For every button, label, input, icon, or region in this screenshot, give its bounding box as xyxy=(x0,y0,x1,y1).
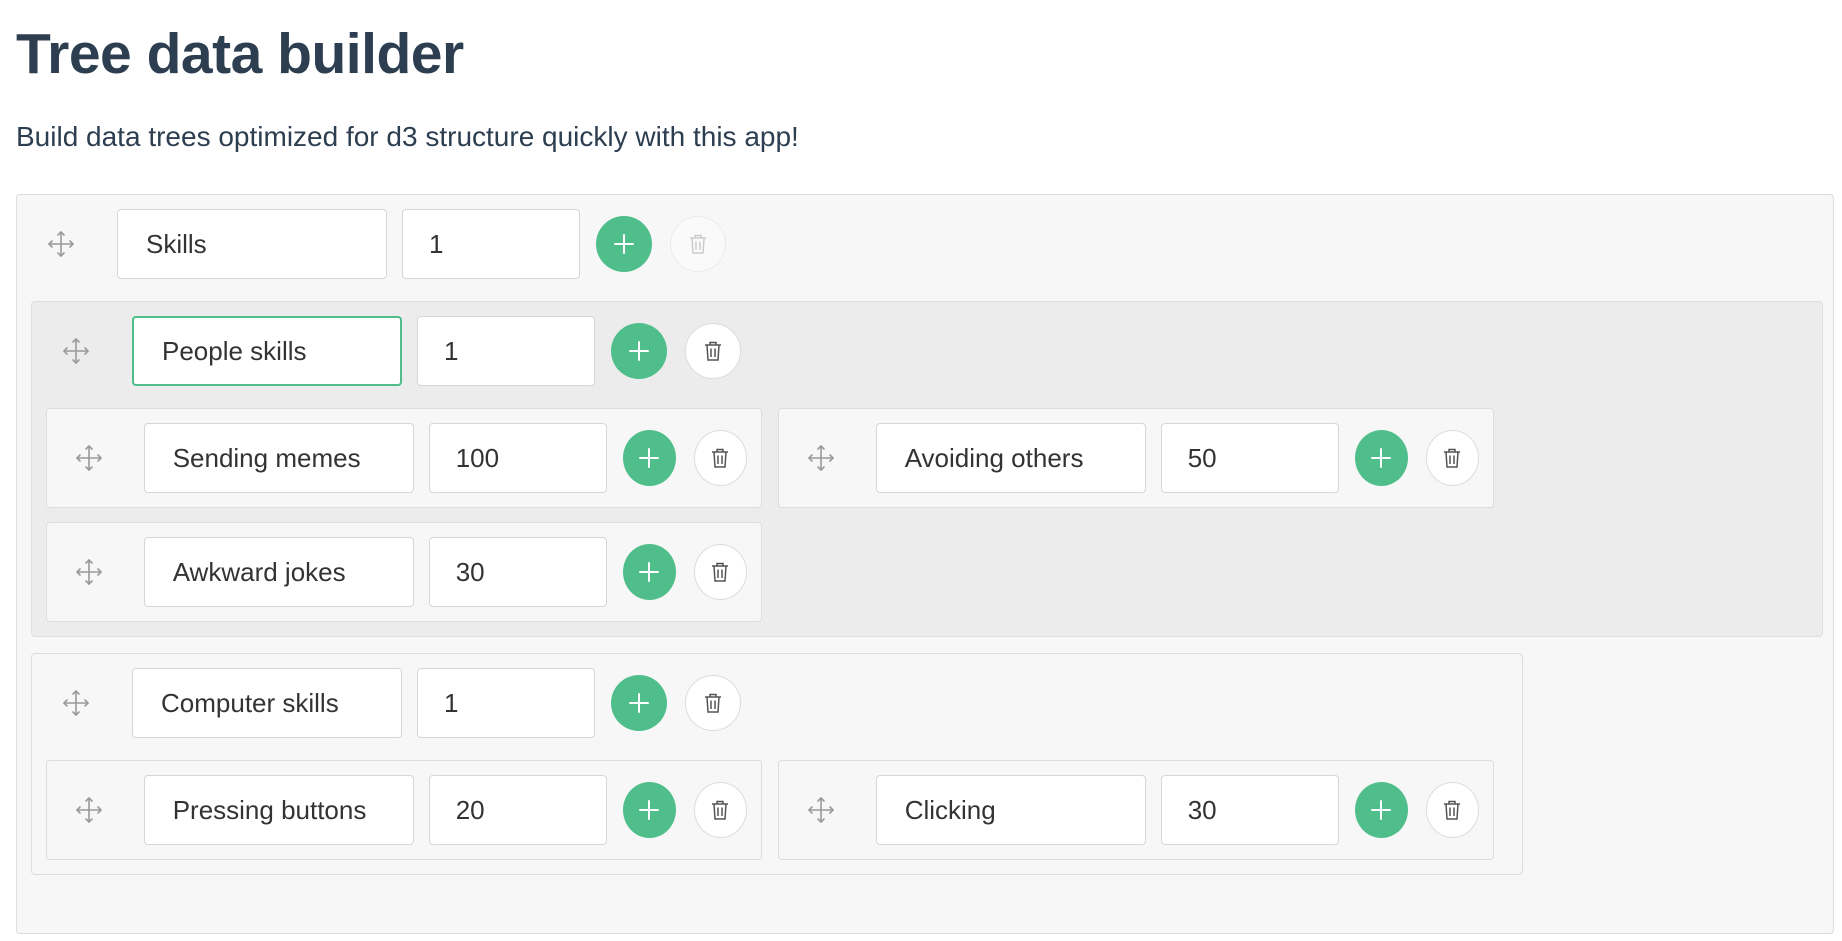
node-value-input[interactable] xyxy=(1160,775,1339,845)
delete-node-button[interactable] xyxy=(685,323,741,379)
drag-handle[interactable] xyxy=(44,668,108,738)
tree-node-awkward-jokes xyxy=(46,522,762,622)
plus-icon xyxy=(1371,448,1392,468)
delete-node-button[interactable] xyxy=(693,544,747,600)
node-value-input[interactable] xyxy=(417,316,595,386)
node-value-input[interactable] xyxy=(1160,423,1339,493)
trash-icon xyxy=(705,341,721,361)
drag-handle[interactable] xyxy=(29,209,93,279)
node-row xyxy=(31,209,1819,279)
drag-handle[interactable] xyxy=(59,423,120,493)
node-value-input[interactable] xyxy=(428,423,607,493)
drag-handle[interactable] xyxy=(791,423,852,493)
tree-node-sending-memes xyxy=(46,408,762,508)
add-child-button[interactable] xyxy=(622,782,676,838)
add-child-button[interactable] xyxy=(622,544,676,600)
move-arrows-icon xyxy=(76,797,103,823)
node-value-input[interactable] xyxy=(428,537,607,607)
node-name-input[interactable] xyxy=(143,775,414,845)
add-child-button[interactable] xyxy=(611,323,667,379)
tree-node-avoiding-others xyxy=(778,408,1494,508)
move-arrows-icon xyxy=(63,690,89,716)
add-child-button[interactable] xyxy=(1354,430,1408,486)
tree-node-root xyxy=(16,194,1834,934)
page-title: Tree data builder xyxy=(16,22,464,86)
trash-icon xyxy=(712,562,729,582)
move-arrows-icon xyxy=(808,797,835,823)
trash-icon xyxy=(712,800,729,820)
move-arrows-icon xyxy=(48,231,74,257)
node-value-input[interactable] xyxy=(428,775,607,845)
node-name-input[interactable] xyxy=(875,423,1146,493)
tree-node-people-skills xyxy=(31,301,1823,637)
drag-handle[interactable] xyxy=(59,537,120,607)
node-row xyxy=(61,423,747,493)
trash-icon xyxy=(712,448,729,468)
add-child-button[interactable] xyxy=(611,675,667,731)
tree-node-computer-skills xyxy=(31,653,1523,875)
plus-icon xyxy=(629,693,649,713)
delete-node-button[interactable] xyxy=(1425,430,1479,486)
move-arrows-icon xyxy=(76,559,103,585)
drag-handle[interactable] xyxy=(59,775,120,845)
move-arrows-icon xyxy=(63,338,89,364)
add-child-button[interactable] xyxy=(596,216,652,272)
node-row xyxy=(46,668,1508,738)
node-name-input[interactable] xyxy=(132,316,402,386)
node-row xyxy=(61,775,747,845)
tree-node-clicking xyxy=(778,760,1494,860)
trash-icon xyxy=(1444,800,1461,820)
page: Tree data builder Build data trees optim… xyxy=(0,0,1842,154)
node-name-input[interactable] xyxy=(143,537,414,607)
node-children xyxy=(31,301,1823,875)
trash-icon xyxy=(1444,448,1461,468)
node-row xyxy=(61,537,747,607)
page-subtitle: Build data trees optimized for d3 struct… xyxy=(16,121,799,152)
delete-node-button[interactable] xyxy=(670,216,726,272)
trash-icon xyxy=(705,693,721,713)
node-name-input[interactable] xyxy=(132,668,402,738)
node-children xyxy=(46,408,1808,622)
node-row xyxy=(793,423,1479,493)
plus-icon xyxy=(1371,800,1392,820)
plus-icon xyxy=(639,800,660,820)
add-child-button[interactable] xyxy=(622,430,676,486)
delete-node-button[interactable] xyxy=(693,430,747,486)
delete-node-button[interactable] xyxy=(685,675,741,731)
node-name-input[interactable] xyxy=(117,209,387,279)
node-children xyxy=(46,760,1508,860)
trash-icon xyxy=(690,234,706,254)
plus-icon xyxy=(614,234,634,254)
delete-node-button[interactable] xyxy=(693,782,747,838)
delete-node-button[interactable] xyxy=(1425,782,1479,838)
plus-icon xyxy=(639,448,660,468)
node-row xyxy=(793,775,1479,845)
move-arrows-icon xyxy=(808,445,835,471)
drag-handle[interactable] xyxy=(44,316,108,386)
tree-node-pressing-buttons xyxy=(46,760,762,860)
node-value-input[interactable] xyxy=(402,209,580,279)
drag-handle[interactable] xyxy=(791,775,852,845)
node-row xyxy=(46,316,1808,386)
node-value-input[interactable] xyxy=(417,668,595,738)
node-name-input[interactable] xyxy=(875,775,1146,845)
move-arrows-icon xyxy=(76,445,103,471)
plus-icon xyxy=(629,341,649,361)
plus-icon xyxy=(639,562,660,582)
node-name-input[interactable] xyxy=(143,423,414,493)
add-child-button[interactable] xyxy=(1354,782,1408,838)
